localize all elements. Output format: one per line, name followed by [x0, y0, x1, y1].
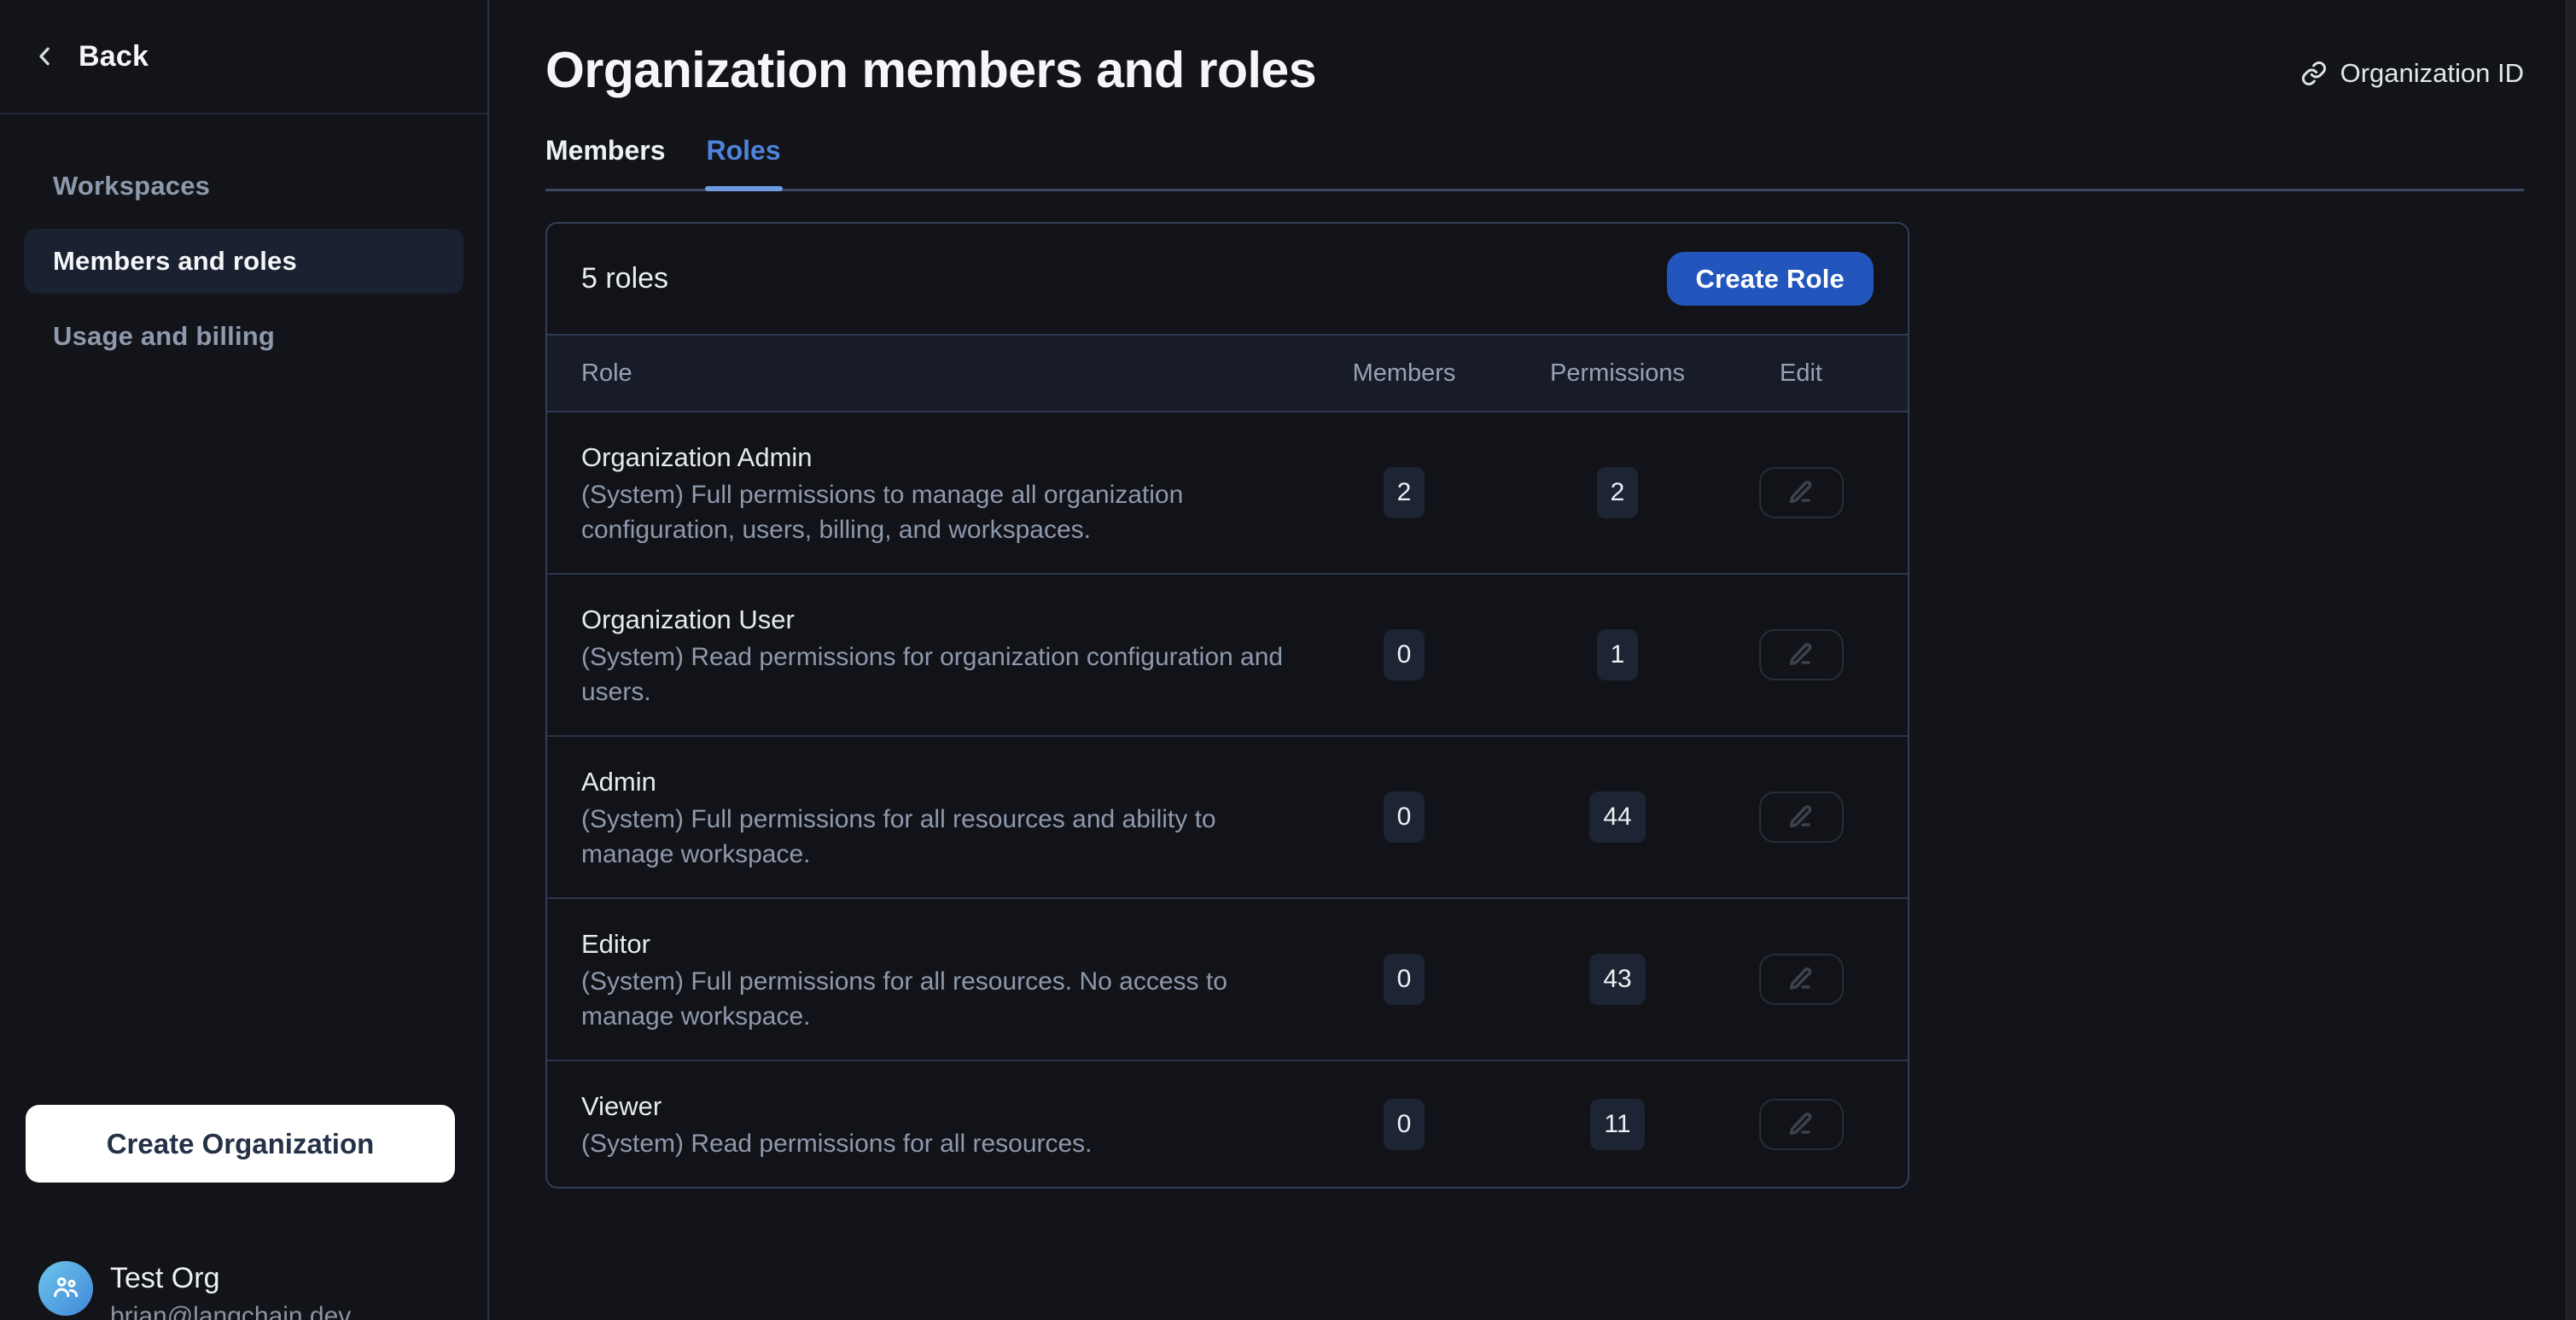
permissions-count-badge: 43 — [1589, 954, 1645, 1005]
tab-bar: Members Roles — [545, 135, 2524, 191]
back-button[interactable]: Back — [0, 0, 487, 114]
edit-cell — [1728, 954, 1874, 1005]
pencil-icon — [1786, 1109, 1816, 1140]
role-cell: Organization User (System) Read permissi… — [581, 600, 1302, 710]
tab-roles[interactable]: Roles — [707, 135, 781, 189]
organization-id-link[interactable]: Organization ID — [2300, 58, 2524, 89]
members-cell: 0 — [1302, 954, 1507, 1005]
back-label: Back — [79, 40, 149, 73]
organization-id-label: Organization ID — [2340, 58, 2524, 89]
members-cell: 2 — [1302, 467, 1507, 518]
sidebar-item-members-and-roles[interactable]: Members and roles — [24, 229, 463, 294]
column-header-edit: Edit — [1728, 359, 1874, 388]
members-count-badge: 2 — [1384, 467, 1425, 518]
link-icon — [2300, 60, 2328, 87]
sidebar-item-label: Usage and billing — [53, 321, 275, 352]
members-cell: 0 — [1302, 1099, 1507, 1150]
sidebar-item-label: Workspaces — [53, 171, 210, 202]
roles-table-header: Role Members Permissions Edit — [547, 334, 1908, 412]
users-icon — [50, 1272, 82, 1305]
permissions-count-badge: 1 — [1597, 629, 1639, 680]
edit-role-button[interactable] — [1759, 791, 1844, 843]
column-header-members: Members — [1302, 359, 1507, 388]
members-count-badge: 0 — [1384, 629, 1425, 680]
permissions-cell: 11 — [1507, 1099, 1728, 1150]
members-cell: 0 — [1302, 791, 1507, 843]
table-row: Organization Admin (System) Full permiss… — [547, 412, 1908, 575]
permissions-cell: 2 — [1507, 467, 1728, 518]
pencil-icon — [1786, 964, 1816, 995]
edit-role-button[interactable] — [1759, 1099, 1844, 1150]
role-name: Organization User — [581, 600, 1302, 640]
roles-count: 5 roles — [581, 262, 668, 295]
members-count-badge: 0 — [1384, 1099, 1425, 1150]
org-email: brian@langchain.dev — [110, 1302, 351, 1320]
scrollbar-track[interactable] — [2566, 0, 2576, 1320]
roles-table-body: Organization Admin (System) Full permiss… — [547, 412, 1908, 1187]
role-name: Viewer — [581, 1087, 1302, 1126]
members-cell: 0 — [1302, 629, 1507, 680]
role-cell: Admin (System) Full permissions for all … — [581, 762, 1302, 872]
create-organization-button[interactable]: Create Organization — [26, 1105, 455, 1183]
sidebar-nav: Workspaces Members and roles Usage and b… — [0, 114, 487, 369]
table-row: Editor (System) Full permissions for all… — [547, 899, 1908, 1061]
roles-panel: 5 roles Create Role Role Members Permiss… — [545, 222, 1909, 1189]
members-count-badge: 0 — [1384, 791, 1425, 843]
org-switcher[interactable]: Test Org brian@langchain.dev — [38, 1261, 351, 1320]
column-header-role: Role — [581, 359, 1302, 388]
permissions-cell: 43 — [1507, 954, 1728, 1005]
app-root: Back Workspaces Members and roles Usage … — [0, 0, 2576, 1320]
pencil-icon — [1786, 477, 1816, 508]
create-role-button[interactable]: Create Role — [1667, 252, 1874, 306]
sidebar: Back Workspaces Members and roles Usage … — [0, 0, 489, 1320]
role-cell: Organization Admin (System) Full permiss… — [581, 438, 1302, 547]
role-cell: Editor (System) Full permissions for all… — [581, 925, 1302, 1034]
edit-role-button[interactable] — [1759, 629, 1844, 680]
page-header: Organization members and roles Organizat… — [545, 0, 2524, 101]
role-description: (System) Full permissions to manage all … — [581, 477, 1290, 547]
org-name: Test Org — [110, 1261, 351, 1295]
permissions-cell: 1 — [1507, 629, 1728, 680]
table-row: Organization User (System) Read permissi… — [547, 575, 1908, 737]
role-cell: Viewer (System) Read permissions for all… — [581, 1087, 1302, 1161]
pencil-icon — [1786, 640, 1816, 670]
role-name: Editor — [581, 925, 1302, 964]
role-name: Organization Admin — [581, 438, 1302, 477]
edit-cell — [1728, 791, 1874, 843]
column-header-permissions: Permissions — [1507, 359, 1728, 388]
roles-panel-header: 5 roles Create Role — [547, 224, 1908, 334]
permissions-cell: 44 — [1507, 791, 1728, 843]
permissions-count-badge: 2 — [1597, 467, 1639, 518]
table-row: Admin (System) Full permissions for all … — [547, 737, 1908, 899]
edit-cell — [1728, 1099, 1874, 1150]
sidebar-item-label: Members and roles — [53, 246, 297, 277]
edit-role-button[interactable] — [1759, 954, 1844, 1005]
sidebar-item-workspaces[interactable]: Workspaces — [24, 154, 463, 219]
org-avatar — [38, 1261, 93, 1316]
chevron-left-icon — [32, 44, 58, 69]
main-content: Organization members and roles Organizat… — [489, 0, 2576, 1320]
pencil-icon — [1786, 802, 1816, 832]
members-count-badge: 0 — [1384, 954, 1425, 1005]
org-info: Test Org brian@langchain.dev — [110, 1261, 351, 1320]
role-description: (System) Full permissions for all resour… — [581, 964, 1290, 1034]
edit-cell — [1728, 629, 1874, 680]
table-row: Viewer (System) Read permissions for all… — [547, 1061, 1908, 1187]
role-description: (System) Full permissions for all resour… — [581, 802, 1290, 872]
sidebar-item-usage-and-billing[interactable]: Usage and billing — [24, 304, 463, 369]
edit-role-button[interactable] — [1759, 467, 1844, 518]
permissions-count-badge: 44 — [1589, 791, 1645, 843]
permissions-count-badge: 11 — [1590, 1099, 1644, 1150]
role-description: (System) Read permissions for organizati… — [581, 640, 1290, 710]
tab-members[interactable]: Members — [545, 135, 666, 189]
role-name: Admin — [581, 762, 1302, 802]
role-description: (System) Read permissions for all resour… — [581, 1126, 1290, 1161]
page-title: Organization members and roles — [545, 39, 1316, 101]
edit-cell — [1728, 467, 1874, 518]
